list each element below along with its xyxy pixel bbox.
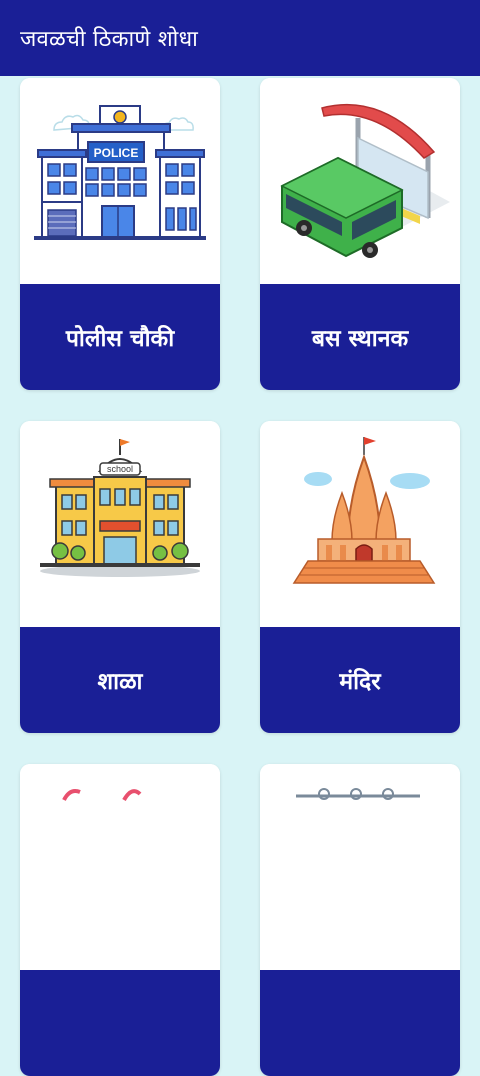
temple-image	[260, 421, 460, 627]
hospital-icon	[62, 789, 142, 802]
school-icon: school	[40, 439, 200, 577]
card-school[interactable]: school शाळा	[20, 421, 220, 733]
card-bank[interactable]	[260, 764, 460, 1076]
school-sign-text: school	[107, 464, 133, 474]
bank-icon	[296, 788, 420, 800]
police-station-icon: POLICE	[34, 105, 206, 240]
bank-image	[260, 764, 460, 970]
temple-icon	[292, 437, 436, 584]
card-hospital[interactable]	[20, 764, 220, 1076]
bus-stop-icon	[280, 104, 450, 258]
card-bus-stop[interactable]: बस स्थानक	[260, 78, 460, 390]
card-label	[20, 970, 220, 1076]
card-label: बस स्थानक	[260, 284, 460, 390]
school-image: school	[20, 421, 220, 627]
places-grid: POLICE पोलीस चौकी बस स्थानक school शाळा …	[0, 0, 480, 1076]
bus-stop-image	[260, 78, 460, 284]
card-label: शाळा	[20, 627, 220, 733]
police-station-image: POLICE	[20, 78, 220, 284]
card-label: पोलीस चौकी	[20, 284, 220, 390]
card-temple[interactable]: मंदिर	[260, 421, 460, 733]
card-police-station[interactable]: POLICE पोलीस चौकी	[20, 78, 220, 390]
police-sign-text: POLICE	[94, 146, 139, 160]
card-label	[260, 970, 460, 1076]
card-label: मंदिर	[260, 627, 460, 733]
hospital-image	[20, 764, 220, 970]
